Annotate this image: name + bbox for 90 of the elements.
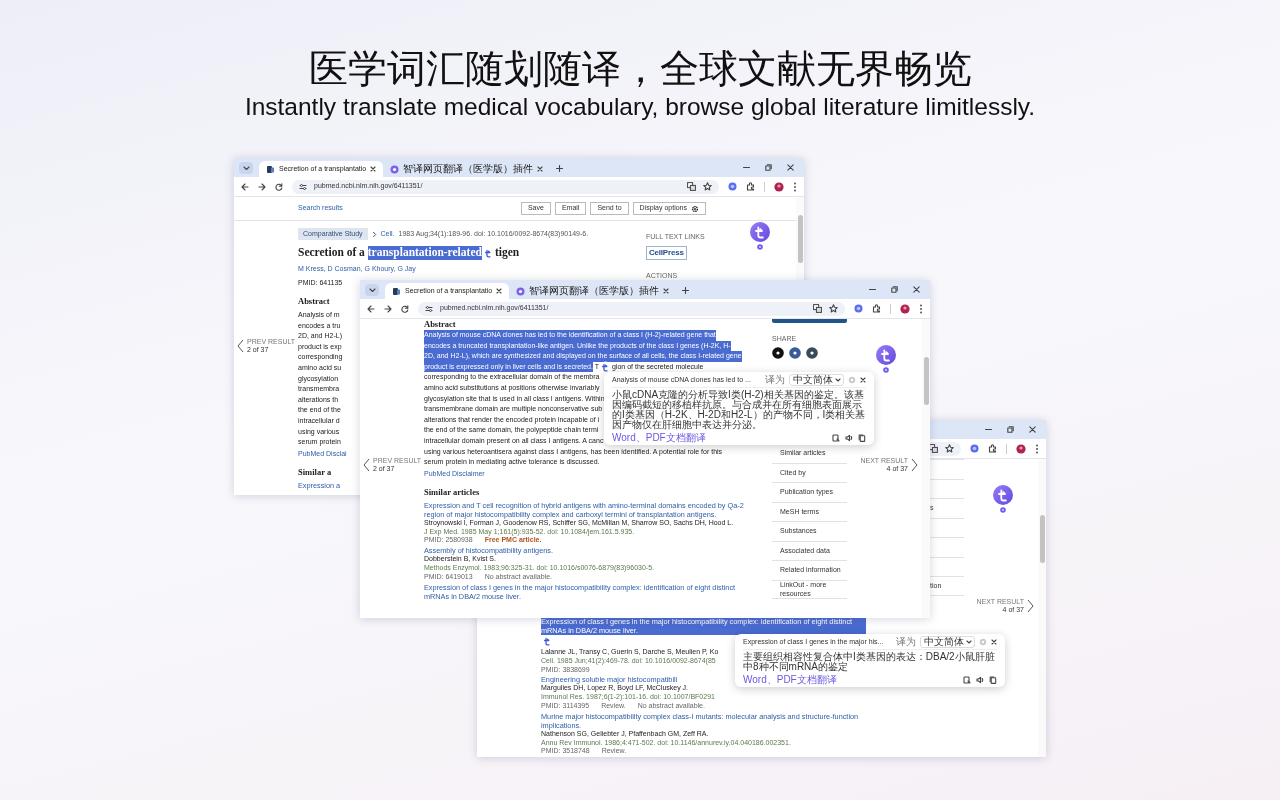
close-icon[interactable]: [370, 166, 377, 172]
document-icon: [266, 164, 275, 174]
star-icon[interactable]: [829, 304, 838, 313]
translate-page-icon[interactable]: [813, 304, 822, 313]
settings-icon[interactable]: [691, 204, 699, 213]
restore-icon[interactable]: [765, 164, 772, 171]
note-icon[interactable]: [832, 433, 840, 442]
browser-tab[interactable]: 智译网页翻译（医学版）插件: [383, 161, 551, 177]
target-label: 译为: [765, 374, 785, 386]
close-icon[interactable]: [913, 286, 920, 293]
extension-logo-icon: [516, 286, 526, 296]
close-icon[interactable]: [663, 288, 670, 294]
close-icon[interactable]: [991, 639, 997, 645]
language-select[interactable]: 中文简体: [920, 636, 975, 648]
minimize-icon[interactable]: [985, 426, 992, 433]
menu-icon[interactable]: [919, 303, 923, 314]
site-settings-icon[interactable]: [425, 304, 433, 313]
extension-icon[interactable]: [728, 182, 737, 191]
scrollbar-thumb[interactable]: [797, 215, 803, 263]
scrollbar-thumb[interactable]: [923, 357, 929, 405]
close-icon[interactable]: [537, 166, 544, 172]
section-heading: Similar articles: [424, 486, 480, 497]
forward-arrow-icon[interactable]: [258, 182, 266, 191]
caret-icon: [835, 378, 841, 382]
extension-logo-icon: [390, 164, 400, 174]
avatar-icon[interactable]: [900, 303, 910, 314]
close-icon[interactable]: [787, 164, 794, 171]
section-heading: Abstract: [424, 319, 456, 329]
document-translate-link[interactable]: Word、PDF文档翻译: [743, 673, 837, 686]
site-settings-icon[interactable]: [299, 182, 307, 191]
avatar-icon[interactable]: [1016, 443, 1026, 454]
headline-subtitle: Instantly translate medical vocabulary, browse global literature limitlessly.: [244, 92, 1036, 122]
article-heading: Secretion of a: [298, 246, 366, 261]
speaker-icon[interactable]: [976, 675, 984, 684]
translate-float-button[interactable]: [993, 485, 1013, 513]
translate-float-button[interactable]: [750, 222, 770, 250]
share-icon[interactable]: [789, 347, 801, 360]
browser-tab[interactable]: 智译网页翻译（医学版）插件: [509, 283, 677, 299]
plus-icon[interactable]: [682, 287, 690, 294]
chevron-right-icon: [1027, 599, 1034, 614]
star-icon[interactable]: [945, 444, 954, 453]
speaker-icon[interactable]: [845, 433, 853, 442]
copy-icon[interactable]: [858, 433, 866, 442]
menu-icon[interactable]: [793, 181, 797, 192]
note-icon[interactable]: [963, 675, 971, 684]
translate-page-icon[interactable]: [929, 444, 938, 453]
restore-icon[interactable]: [1007, 426, 1014, 433]
puzzle-icon[interactable]: [988, 444, 997, 453]
minimize-icon[interactable]: [869, 286, 876, 293]
translate-float-button[interactable]: [876, 345, 896, 373]
restore-icon[interactable]: [891, 286, 898, 293]
document-icon: [392, 286, 401, 296]
share-icon[interactable]: [806, 347, 818, 360]
reload-icon[interactable]: [401, 304, 409, 313]
target-label: 译为: [896, 636, 916, 648]
close-icon[interactable]: [1029, 426, 1036, 433]
plus-icon[interactable]: [556, 165, 564, 172]
extension-icon[interactable]: [970, 444, 979, 453]
menu-icon[interactable]: [1035, 443, 1039, 454]
chevron-left-icon: [363, 458, 370, 473]
translation-text: 小鼠cDNA克隆的分析导致I类(H-2)相关基因的鉴定。该基因编码截短的移植样抗原。与合成并在所有细胞表面展示的I类基因（H-2K、H-2D和H2-L）的产物不同，I类相关基因产物仅在肝细胞中表达并分泌。: [612, 388, 866, 432]
document-translate-link[interactable]: Word、PDF文档翻译: [612, 431, 706, 444]
puzzle-icon[interactable]: [872, 304, 881, 313]
publisher-logo[interactable]: CellPress: [646, 246, 687, 260]
section-heading: Similar a: [298, 466, 332, 477]
minimize-icon[interactable]: [743, 164, 750, 171]
caret-icon: [966, 640, 972, 644]
forward-arrow-icon[interactable]: [384, 304, 392, 313]
back-arrow-icon[interactable]: [241, 182, 249, 191]
reload-icon[interactable]: [275, 182, 283, 191]
language-select[interactable]: 中文简体: [789, 374, 844, 386]
scrollbar-thumb[interactable]: [1039, 515, 1045, 563]
star-icon[interactable]: [703, 182, 712, 191]
copy-icon[interactable]: [989, 675, 997, 684]
article-heading: transplantation-related: [367, 246, 482, 261]
close-icon[interactable]: [860, 377, 866, 383]
back-arrow-icon[interactable]: [367, 304, 375, 313]
close-icon[interactable]: [496, 288, 503, 294]
avatar-icon[interactable]: [774, 181, 784, 192]
chevron-right-icon: [371, 230, 377, 238]
puzzle-icon[interactable]: [746, 182, 755, 191]
headline-title: 医学词汇随划随译，全球文献无界畅览: [308, 46, 972, 92]
chevron-left-icon: [237, 339, 244, 354]
section-heading: Abstract: [298, 295, 330, 306]
share-icon[interactable]: [772, 347, 784, 360]
extension-icon[interactable]: [854, 304, 863, 313]
translation-text: 主要组织相容性复合体中I类基因的表达：DBA/2小鼠肝脏中8种不同mRNA的鉴定: [743, 650, 996, 674]
chevron-right-icon: [911, 458, 918, 473]
article-heading: tigen: [494, 246, 520, 261]
translate-page-icon[interactable]: [687, 182, 696, 191]
